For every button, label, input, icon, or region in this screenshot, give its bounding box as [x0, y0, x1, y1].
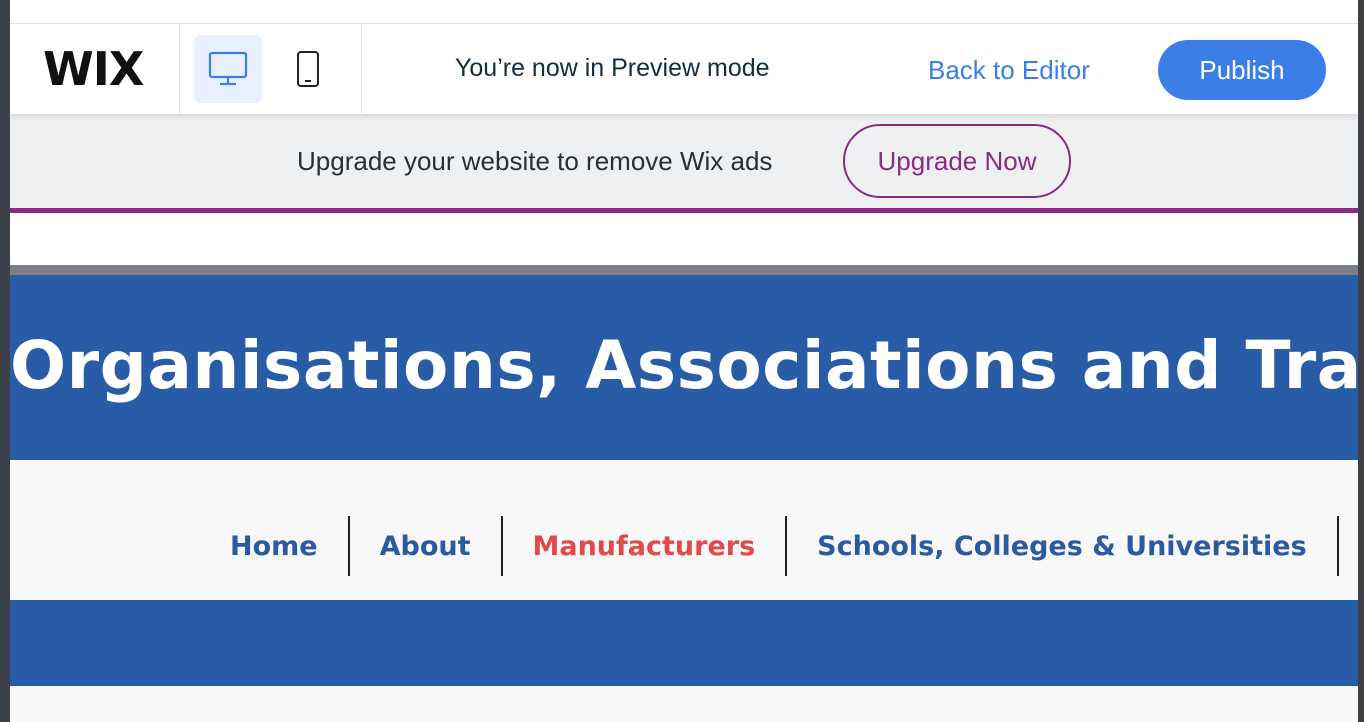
desktop-view-button[interactable] — [194, 35, 262, 103]
site-divider — [10, 265, 1358, 275]
upgrade-ad-bar: Upgrade your website to remove Wix ads U… — [10, 114, 1358, 213]
wix-logo[interactable]: WIX — [10, 24, 180, 114]
site-header-banner: Organisations, Associations and Trainin — [10, 275, 1358, 460]
nav-item-manufacturers[interactable]: Manufacturers — [503, 516, 788, 576]
editor-right-edge — [1358, 0, 1364, 722]
top-strip — [10, 0, 1358, 24]
nav-item-home[interactable]: Home — [200, 516, 350, 576]
editor-left-edge — [0, 0, 10, 722]
preview-toolbar: WIX You’re now in Preview mode Back to E… — [10, 24, 1358, 114]
preview-frame: WIX You’re now in Preview mode Back to E… — [10, 0, 1358, 722]
site-content-area — [10, 686, 1358, 722]
publish-button[interactable]: Publish — [1158, 40, 1326, 100]
upgrade-now-button[interactable]: Upgrade Now — [843, 124, 1071, 198]
preview-mode-text: You’re now in Preview mode — [455, 54, 770, 82]
upgrade-ad-text: Upgrade your website to remove Wix ads — [297, 146, 773, 176]
site-nav-band: Home About Manufacturers Schools, Colleg… — [10, 460, 1358, 600]
site-nav: Home About Manufacturers Schools, Colleg… — [200, 516, 1339, 576]
device-switcher — [180, 24, 362, 114]
site-blue-band — [10, 600, 1358, 686]
nav-item-schools[interactable]: Schools, Colleges & Universities — [787, 516, 1339, 576]
site-top-spacer — [10, 213, 1358, 265]
back-to-editor-link[interactable]: Back to Editor — [928, 55, 1090, 86]
desktop-icon — [208, 51, 248, 86]
nav-item-about[interactable]: About — [350, 516, 503, 576]
site-title: Organisations, Associations and Trainin — [10, 327, 1358, 404]
mobile-view-button[interactable] — [274, 35, 342, 103]
mobile-icon — [297, 51, 319, 87]
